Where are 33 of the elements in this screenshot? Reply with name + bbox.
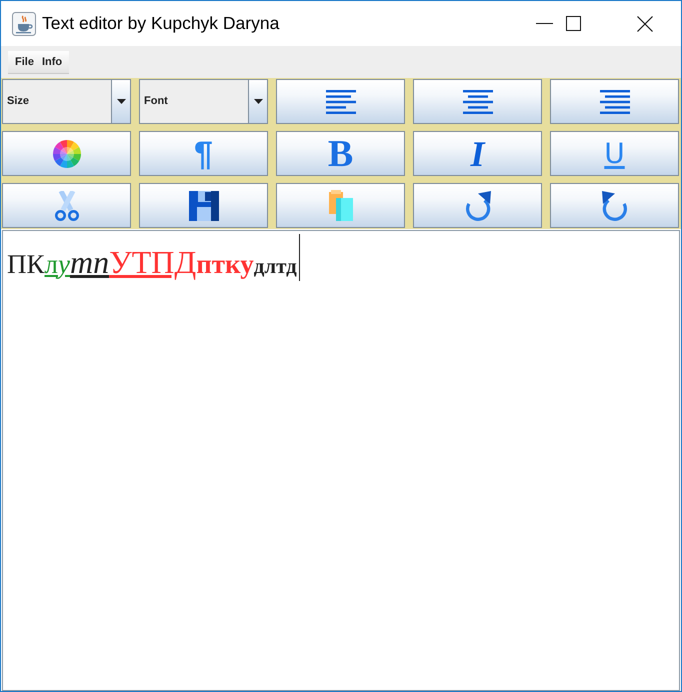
redo-icon [600,190,630,220]
clipboard-icon [328,190,352,221]
scissors-icon [54,190,80,220]
caret-icon [254,99,262,104]
align-right-icon [600,90,630,114]
menu-item[interactable]: Info [38,50,66,72]
close-icon[interactable] [637,16,653,32]
maximize-icon[interactable] [566,16,581,31]
save-button[interactable] [139,183,268,228]
align-center-icon [462,90,492,114]
menu-item[interactable]: File [11,50,38,72]
undo-button[interactable] [413,183,542,228]
italic-button[interactable]: I [413,131,542,176]
align-center-button[interactable] [413,79,542,124]
text-color-button[interactable] [2,131,131,176]
bold-button[interactable]: B [276,131,405,176]
paste-button[interactable] [276,183,405,228]
color-wheel-icon [52,140,80,168]
align-left-icon [326,90,356,114]
align-left-button[interactable] [276,79,405,124]
text-cursor-icon [298,234,300,281]
dropdown-arrow-button[interactable] [111,80,130,123]
document-text: ПКлутпУТПДпткудлтд [7,246,297,278]
caret-icon [116,99,126,104]
align-right-button[interactable] [550,79,679,124]
size-dropdown[interactable]: Size [2,79,131,124]
window-title: Text editor by Kupchyk Daryna [42,12,280,36]
coffee-cup-icon [12,12,36,36]
font-dropdown[interactable]: Font [139,79,268,124]
dropdown-arrow-button[interactable] [248,80,267,123]
redo-button[interactable] [550,183,679,228]
text-editor-area[interactable]: ПКлутпУТПДпткудлтд [2,230,680,691]
cut-button[interactable] [2,183,131,228]
